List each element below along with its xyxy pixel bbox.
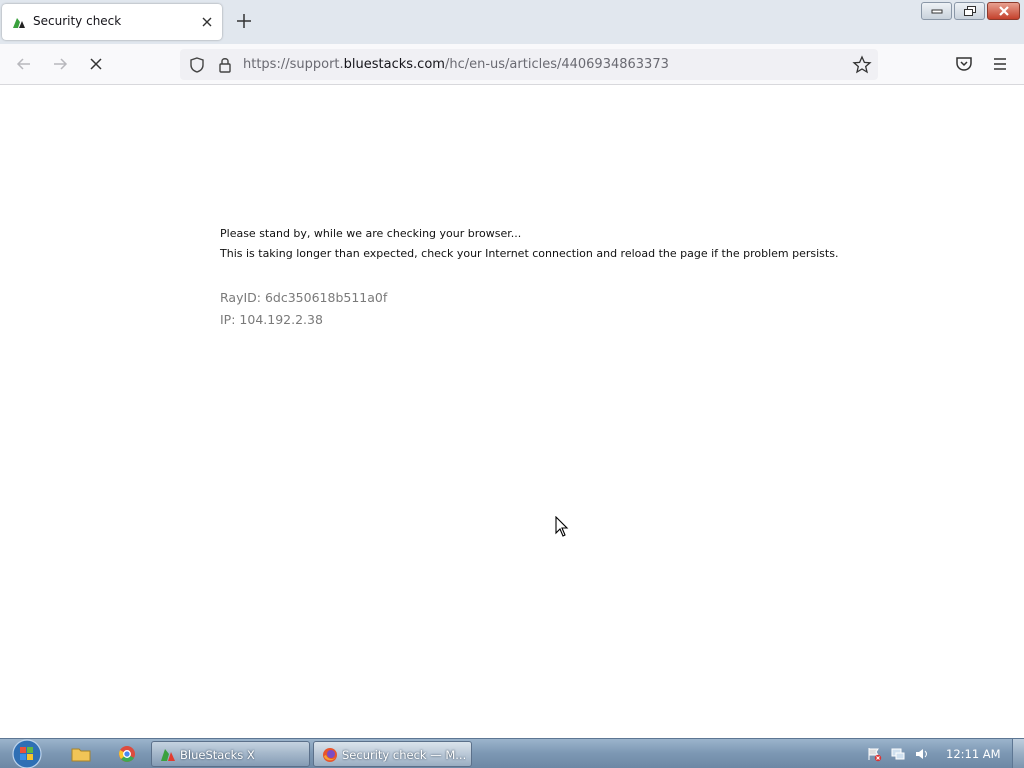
close-window-button[interactable] bbox=[987, 2, 1020, 20]
mouse-cursor-icon bbox=[555, 515, 569, 542]
taskbar-item-bluestacks[interactable]: BlueStacks X bbox=[151, 741, 310, 767]
navigation-toolbar: https://support.bluestacks.com/hc/en-us/… bbox=[0, 44, 1024, 85]
ip-address: IP: 104.192.2.38 bbox=[220, 312, 323, 327]
checking-browser-message: Please stand by, while we are checking y… bbox=[220, 227, 522, 240]
taking-longer-message: This is taking longer than expected, che… bbox=[220, 247, 839, 260]
firefox-icon bbox=[323, 748, 337, 762]
new-tab-plus-icon[interactable] bbox=[234, 11, 254, 31]
tab-security-check[interactable]: Security check bbox=[2, 4, 222, 40]
taskbar-item-label: Security check — M... bbox=[342, 748, 467, 762]
url-path: /hc/en-us/articles/4406934863373 bbox=[444, 57, 669, 72]
hamburger-menu-icon[interactable] bbox=[989, 53, 1011, 75]
lock-icon[interactable] bbox=[217, 56, 233, 78]
taskbar-item-label: BlueStacks X bbox=[180, 748, 255, 762]
bluestacks-icon bbox=[161, 749, 175, 761]
tab-close-icon[interactable] bbox=[198, 13, 216, 31]
chrome-icon[interactable] bbox=[117, 744, 139, 764]
system-tray: 12:11 AM bbox=[862, 739, 1016, 768]
forward-arrow-icon[interactable] bbox=[49, 53, 71, 75]
file-explorer-icon[interactable] bbox=[70, 744, 92, 764]
taskbar-item-firefox[interactable]: Security check — M... bbox=[313, 741, 472, 767]
clock[interactable]: 12:11 AM bbox=[946, 747, 1001, 761]
start-button[interactable] bbox=[8, 739, 46, 768]
url-scheme-subdomain: https://support. bbox=[243, 57, 344, 72]
volume-icon[interactable] bbox=[914, 746, 930, 762]
url-domain: bluestacks.com bbox=[343, 57, 445, 72]
network-icon[interactable] bbox=[890, 746, 906, 762]
ray-id: RayID: 6dc350618b511a0f bbox=[220, 290, 388, 305]
taskbar: BlueStacks X Security check — M... 12:11… bbox=[0, 738, 1024, 768]
action-center-flag-icon[interactable] bbox=[866, 746, 882, 762]
page-content: Please stand by, while we are checking y… bbox=[0, 86, 1024, 738]
minimize-button[interactable] bbox=[921, 2, 952, 20]
window-controls bbox=[921, 2, 1020, 20]
bookmark-star-icon[interactable] bbox=[852, 55, 872, 79]
tracking-protection-shield-icon[interactable] bbox=[188, 56, 206, 78]
stop-loading-icon[interactable] bbox=[85, 53, 107, 75]
bluestacks-favicon-icon bbox=[12, 15, 26, 29]
restore-button[interactable] bbox=[954, 2, 985, 20]
tab-strip: Security check bbox=[0, 0, 1024, 44]
show-desktop-button[interactable] bbox=[1012, 739, 1024, 768]
back-arrow-icon[interactable] bbox=[13, 53, 35, 75]
pocket-icon[interactable] bbox=[953, 53, 975, 75]
address-bar[interactable]: https://support.bluestacks.com/hc/en-us/… bbox=[180, 49, 878, 80]
url-text[interactable]: https://support.bluestacks.com/hc/en-us/… bbox=[243, 57, 669, 72]
tab-title: Security check bbox=[33, 14, 122, 28]
